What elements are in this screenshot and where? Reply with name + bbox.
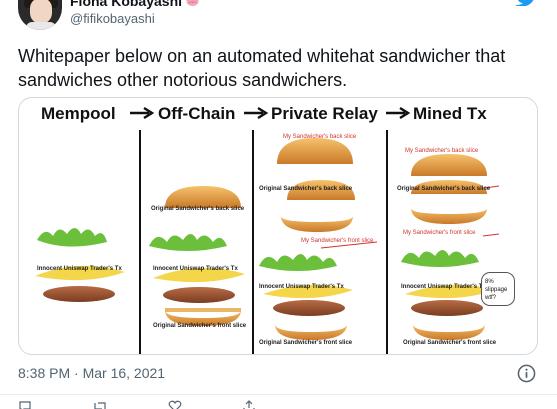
sandwich-diagram xyxy=(35,138,500,340)
tweet-text: Whitepaper below on an automated whiteha… xyxy=(18,46,506,90)
info-icon[interactable] xyxy=(517,364,536,383)
divider-line xyxy=(0,394,557,395)
right-arrow-icon xyxy=(386,107,411,119)
label-my-back-slice: My Sandwicher's back slice xyxy=(283,134,357,140)
retweet-icon[interactable] xyxy=(92,400,108,409)
author-handle[interactable]: @fifikobayashi xyxy=(70,10,155,28)
tweet-actions-row xyxy=(18,400,538,409)
panel-title-mempool: Mempool xyxy=(41,104,116,123)
reply-icon[interactable] xyxy=(18,400,32,409)
share-icon[interactable] xyxy=(242,400,256,409)
label-innocent-tx: Innocent Uniswap Trader's Tx xyxy=(153,266,238,272)
panel-divider xyxy=(386,130,388,354)
label-original-back-slice: Original Sandwicher's back slice xyxy=(397,186,491,192)
display-name[interactable]: Fiona Kobayashi xyxy=(70,0,182,10)
label-original-front-slice: Original Sandwicher's front slice xyxy=(259,340,353,346)
tweet-media-image[interactable]: Mempool Off-Chain Private Relay Mined Tx… xyxy=(18,97,538,355)
label-innocent-tx: Innocent Uniswap Trader's Tx xyxy=(37,266,122,272)
label-original-back-slice: Original Sandwicher's back slice xyxy=(151,206,245,212)
label-original-back-slice: Original Sandwicher's back slice xyxy=(259,186,353,192)
panel-divider xyxy=(139,130,141,354)
twitter-bird-icon[interactable] xyxy=(514,0,538,6)
author-name-row: Fiona Kobayashi xyxy=(70,0,199,10)
tweet-header: Fiona Kobayashi @fifikobayashi xyxy=(18,0,538,34)
mempool-sandwich xyxy=(35,228,125,302)
mined-tx-sandwich xyxy=(401,154,495,340)
panel-title-private-relay: Private Relay xyxy=(271,104,378,123)
slippage-speech-bubble: 8% slippage wtf? xyxy=(481,272,515,306)
label-original-front-slice: Original Sandwicher's front slice xyxy=(403,340,497,346)
like-icon[interactable] xyxy=(168,400,182,409)
label-original-front-slice: Original Sandwicher's front slice xyxy=(153,323,247,329)
label-my-front-slice: My Sandwicher's front slice xyxy=(403,230,476,236)
panel-title-off-chain: Off-Chain xyxy=(158,104,236,123)
label-my-back-slice: My Sandwicher's back slice xyxy=(405,148,479,154)
tweet-timestamp[interactable]: 8:38 PM · Mar 16, 2021 xyxy=(18,365,165,381)
right-arrow-icon xyxy=(130,107,155,119)
panel-title-mined-tx: Mined Tx xyxy=(413,104,487,123)
right-arrow-icon xyxy=(244,107,269,119)
label-innocent-tx: Innocent Uniswap Trader's Tx xyxy=(259,284,344,290)
panel-divider xyxy=(252,130,254,354)
label-innocent-tx: Innocent Uniswap Trader's Tx xyxy=(401,284,486,290)
brain-emoji-icon xyxy=(186,0,199,7)
label-my-front-slice: My Sandwicher's front slice xyxy=(301,238,374,244)
avatar[interactable] xyxy=(18,0,62,30)
